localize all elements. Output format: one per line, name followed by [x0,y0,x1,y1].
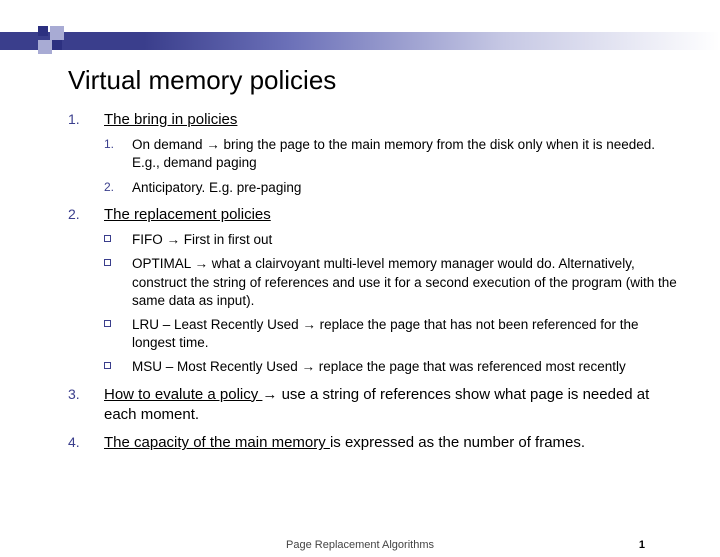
header-bar [0,32,720,50]
sublist-text: OPTIMAL → what a clairvoyant multi-level… [132,256,677,307]
sublist-text: Anticipatory. E.g. pre-paging [132,180,301,195]
sublist-item: LRU – Least Recently Used → replace the … [104,316,678,352]
decor-squares [38,26,68,56]
sublist-number: 2. [104,179,114,195]
list-number: 3. [68,385,80,404]
list-number: 2. [68,205,80,224]
sublist-item: OPTIMAL → what a clairvoyant multi-level… [104,255,678,310]
list-number: 4. [68,433,80,452]
list-item: 3.How to evalute a policy → use a string… [68,385,678,426]
sublist-text: MSU – Most Recently Used → replace the p… [132,359,626,374]
list-heading: The capacity of the main memory [104,434,330,451]
sublist-number: 1. [104,136,114,152]
square-bullet-icon [104,259,111,266]
sublist-text: On demand → bring the page to the main m… [132,137,655,170]
slide-title: Virtual memory policies [68,65,336,96]
sublist-text: LRU – Least Recently Used → replace the … [132,317,639,350]
footer-title: Page Replacement Algorithms [0,539,720,551]
content-area: 1. The bring in policies 1. On demand → bri… [68,110,678,461]
list-heading: How to evalute a policy [104,386,262,403]
sublist-item: MSU – Most Recently Used → replace the p… [104,358,678,376]
footer-page-number: 1 [639,539,645,551]
list-item: 2. The replacement policies FIFO → First i… [68,205,678,377]
square-bullet-icon [104,320,111,327]
list-heading: The replacement policies [104,206,271,223]
sublist-item: 1. On demand → bring the page to the main… [104,136,678,172]
sublist-item: 2. Anticipatory. E.g. pre-paging [104,179,678,197]
square-bullet-icon [104,235,111,242]
sublist-text: FIFO → First in first out [132,232,272,247]
list-item: 4. The capacity of the main memory is exp… [68,433,678,453]
sublist-item: FIFO → First in first out [104,231,678,249]
square-bullet-icon [104,362,111,369]
list-item: 1. The bring in policies 1. On demand → bri… [68,110,678,197]
list-heading: The bring in policies [104,111,237,128]
list-number: 1. [68,110,80,129]
list-tail: is expressed as the number of frames. [330,434,585,451]
